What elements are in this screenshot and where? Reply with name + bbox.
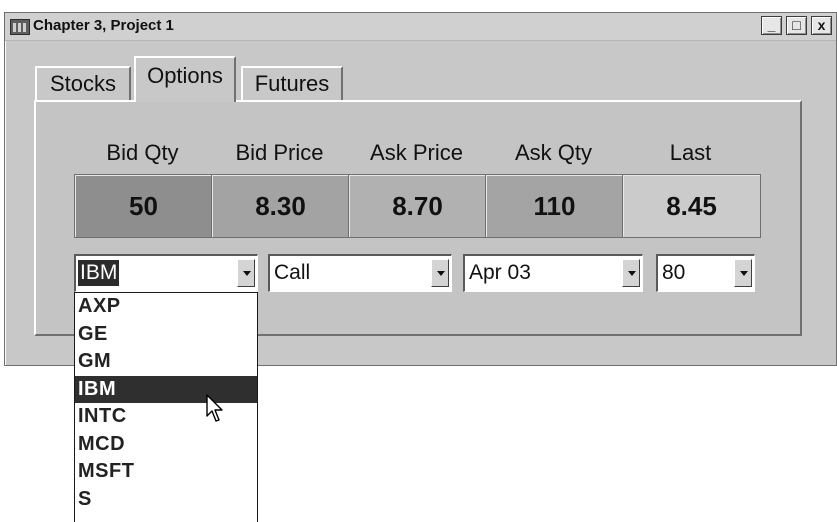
dropdown-option-intc[interactable]: INTC — [75, 403, 257, 431]
ask-price-value: 8.70 — [348, 174, 487, 238]
symbol-select-value: IBM — [78, 260, 120, 286]
dropdown-option-msft[interactable]: MSFT — [75, 458, 257, 486]
tab-options[interactable]: Options — [134, 56, 236, 102]
close-button[interactable]: x — [811, 16, 832, 35]
bid-qty-value: 50 — [74, 174, 213, 238]
title-bar[interactable]: Chapter 3, Project 1 _ □ x — [5, 13, 836, 41]
bid-price-header: Bid Price — [235, 140, 324, 165]
tab-stocks[interactable]: Stocks — [35, 66, 131, 100]
ask-price-header: Ask Price — [370, 140, 463, 165]
dropdown-option-mcd[interactable]: MCD — [75, 431, 257, 459]
chevron-down-icon[interactable] — [622, 259, 640, 287]
strike-select-value: 80 — [662, 261, 686, 284]
bid-price-value: 8.30 — [211, 174, 350, 238]
symbol-dropdown-list[interactable]: AXP GE GM IBM INTC MCD MSFT S — [74, 292, 258, 522]
tab-futures[interactable]: Futures — [241, 66, 343, 100]
maximize-button[interactable]: □ — [786, 16, 807, 35]
ask-qty-header: Ask Qty — [514, 140, 592, 165]
chevron-down-icon[interactable] — [431, 259, 449, 287]
chevron-down-icon[interactable] — [237, 259, 255, 287]
last-value: 8.45 — [622, 174, 761, 238]
window-title: Chapter 3, Project 1 — [33, 17, 174, 34]
dropdown-option-axp[interactable]: AXP — [75, 293, 257, 321]
last-header: Last — [669, 140, 712, 165]
dropdown-option-gm[interactable]: GM — [75, 348, 257, 376]
app-icon[interactable] — [10, 19, 30, 35]
dropdown-option-ibm[interactable]: IBM — [75, 375, 257, 403]
dropdown-option-ge[interactable]: GE — [75, 321, 257, 349]
strike-select[interactable]: 80 — [656, 254, 755, 292]
option-type-select-value: Call — [274, 261, 311, 284]
ask-qty-value: 110 — [485, 174, 624, 238]
dropdown-option-s[interactable]: S — [75, 486, 257, 514]
option-type-select[interactable]: Call — [268, 254, 452, 292]
mouse-pointer-icon — [206, 394, 223, 422]
symbol-select[interactable]: IBM — [74, 254, 258, 292]
chevron-down-icon[interactable] — [734, 259, 752, 287]
minimize-button[interactable]: _ — [761, 16, 782, 35]
expiration-select[interactable]: Apr 03 — [463, 254, 643, 292]
bid-qty-header: Bid Qty — [106, 140, 179, 165]
expiration-select-value: Apr 03 — [469, 261, 531, 284]
